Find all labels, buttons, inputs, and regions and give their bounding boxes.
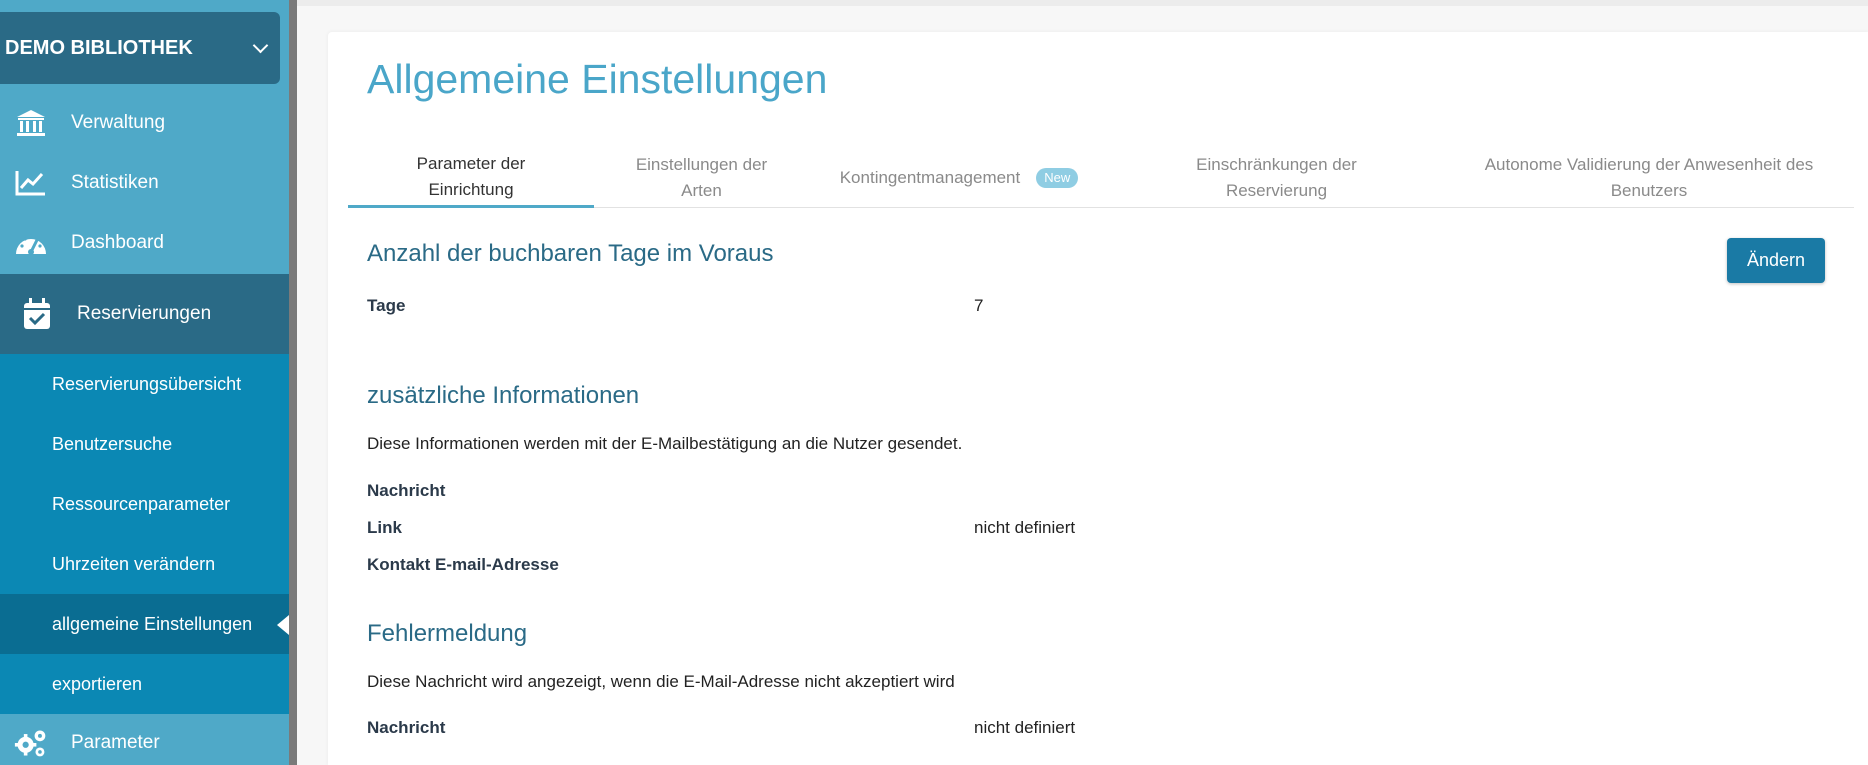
submenu-item-label: Benutzersuche (52, 433, 173, 454)
page-title: Allgemeine Einstellungen (367, 56, 828, 102)
gears-icon (14, 726, 48, 760)
calendar-check-icon (20, 297, 54, 331)
submenu-item-label: allgemeine Einstellungen (52, 613, 253, 634)
change-button[interactable]: Ändern (1727, 238, 1825, 283)
submenu-item-uhrzeiten[interactable]: Uhrzeiten verändern (0, 534, 289, 594)
link-label: Link (367, 518, 402, 537)
submenu-item-exportieren[interactable]: exportieren (0, 654, 289, 714)
top-bar (297, 0, 1868, 6)
days-value: 7 (974, 296, 984, 315)
error-description: Diese Nachricht wird angezeigt, wenn die… (367, 672, 955, 691)
chevron-down-icon (252, 37, 269, 54)
tab-label: Einschränkungen der Reservierung (1196, 154, 1357, 200)
new-badge: New (1036, 167, 1079, 188)
sidebar-item-label: Parameter (71, 732, 160, 753)
tab-label: Kontingentmanagement (839, 167, 1021, 187)
additional-info-description: Diese Informationen werden mit der E-Mai… (367, 434, 963, 453)
sidebar-item-label: Statistiken (71, 172, 159, 193)
sidebar-item-label: Verwaltung (71, 112, 166, 133)
sidebar-item-statistiken[interactable]: Statistiken (0, 153, 289, 213)
sidebar: DEMO BIBLIOTHEK Verwaltung Statistiken D… (0, 0, 292, 765)
tab-einschraenkungen[interactable]: Einschränkungen der Reservierung (1109, 148, 1444, 207)
submenu-item-label: Reservierungsübersicht (52, 373, 242, 394)
link-value: nicht definiert (974, 518, 1076, 537)
days-label: Tage (367, 296, 406, 315)
chart-line-icon (14, 166, 48, 200)
sidebar-item-reservierungen[interactable]: Reservierungen (0, 274, 289, 354)
error-message-value: nicht definiert (974, 718, 1076, 737)
submenu-item-allgemeine-einstellungen[interactable]: allgemeine Einstellungen (0, 594, 289, 654)
sidebar-item-label: Reservierungen (77, 303, 212, 324)
bank-icon (14, 106, 48, 140)
tab-label: Einstellungen der Arten (635, 154, 768, 200)
sidebar-item-verwaltung[interactable]: Verwaltung (0, 93, 289, 153)
sidebar-item-dashboard[interactable]: Dashboard (0, 213, 289, 273)
sidebar-item-parameter[interactable]: Parameter (0, 714, 289, 765)
settings-tabs: Parameter der Einrichtung Einstellungen … (348, 148, 1854, 208)
tab-label: Autonome Validierung der Anwesenheit des… (1484, 154, 1814, 200)
library-name: DEMO BIBLIOTHEK (5, 36, 193, 59)
tab-autonome-validierung[interactable]: Autonome Validierung der Anwesenheit des… (1444, 148, 1854, 207)
submenu-item-benutzersuche[interactable]: Benutzersuche (0, 414, 289, 474)
submenu-item-label: Uhrzeiten verändern (52, 553, 216, 574)
library-selector[interactable]: DEMO BIBLIOTHEK (0, 12, 280, 84)
submenu-item-label: Ressourcenparameter (52, 493, 231, 514)
tab-kontingentmanagement[interactable]: Kontingentmanagement New (809, 148, 1109, 207)
reservierungen-submenu: Reservierungsübersicht Benutzersuche Res… (0, 354, 289, 714)
error-message-label: Nachricht (367, 718, 446, 737)
contact-email-label: Kontakt E-mail-Adresse (367, 555, 559, 574)
section-title-error-message: Fehlermeldung (367, 620, 528, 647)
submenu-item-ressourcenparameter[interactable]: Ressourcenparameter (0, 474, 289, 534)
tab-einstellungen-der-arten[interactable]: Einstellungen der Arten (594, 148, 809, 207)
gauge-icon (14, 226, 48, 260)
tab-label: Parameter der Einrichtung (416, 153, 526, 199)
submenu-item-label: exportieren (52, 673, 143, 694)
active-caret-icon (277, 615, 289, 635)
message-label: Nachricht (367, 481, 446, 500)
section-title-advance-days: Anzahl der buchbaren Tage im Voraus (367, 240, 774, 267)
sidebar-item-label: Dashboard (71, 232, 164, 253)
submenu-item-reservierungsuebersicht[interactable]: Reservierungsübersicht (0, 354, 289, 414)
section-title-additional-info: zusätzliche Informationen (367, 382, 640, 409)
sidebar-scrollbar[interactable] (289, 0, 297, 765)
tab-parameter-der-einrichtung[interactable]: Parameter der Einrichtung (348, 148, 594, 208)
